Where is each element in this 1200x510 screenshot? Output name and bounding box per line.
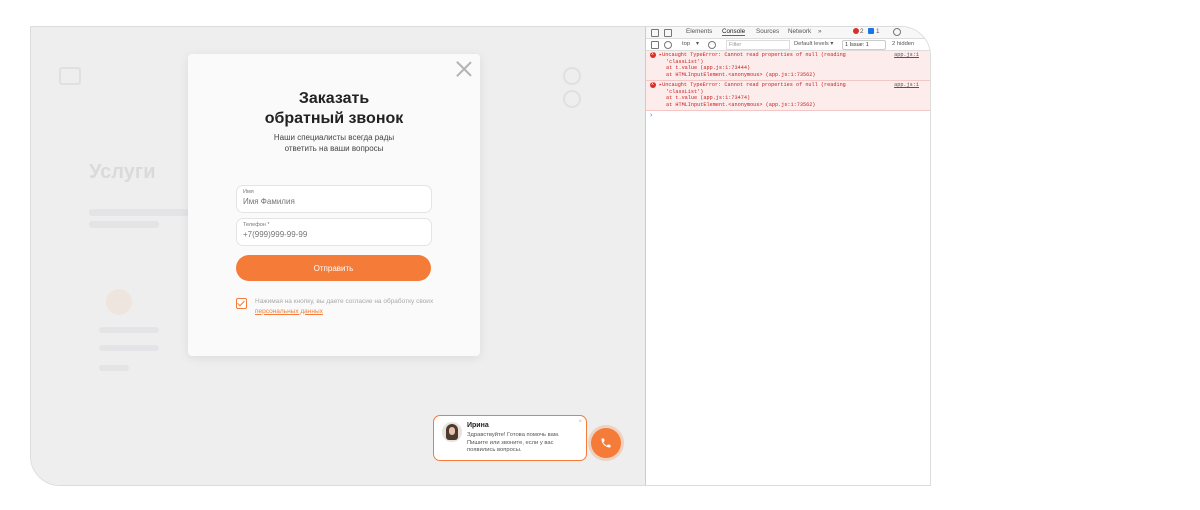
name-input[interactable]	[243, 197, 423, 206]
info-badge-icon	[868, 28, 874, 34]
consent-text: Нажимая на кнопку, вы даете согласие на …	[255, 298, 434, 315]
tab-network[interactable]: Network	[788, 28, 811, 35]
checkmark-icon	[237, 298, 245, 307]
levels-dropdown[interactable]: Default levels ▾	[794, 41, 833, 47]
issues-count: 1	[865, 42, 869, 48]
close-icon[interactable]	[456, 61, 472, 77]
devtools-panel: Elements Console Sources Network » 2 1 t…	[645, 27, 930, 485]
inspect-icon[interactable]	[651, 29, 659, 37]
error-stack-line[interactable]: at HTMLInputElement.<anonymous> (app.js:…	[666, 72, 815, 79]
gear-icon[interactable]	[893, 28, 901, 36]
devtools-tabbar: Elements Console Sources Network » 2 1	[646, 27, 930, 39]
console-prompt[interactable]: ›	[650, 112, 652, 119]
clear-console-icon[interactable]	[664, 41, 672, 49]
phone-field[interactable]: Телефон *	[236, 218, 432, 246]
background-text-bar	[89, 209, 189, 216]
submit-button[interactable]: Отправить	[236, 255, 431, 281]
privacy-link[interactable]: персональных данных	[255, 308, 323, 315]
header-icons	[563, 67, 605, 108]
console-error-row[interactable]: ▸Uncaught TypeError: Cannot read propert…	[646, 81, 930, 111]
error-badge-icon	[853, 28, 859, 34]
more-tabs-icon[interactable]: »	[818, 28, 822, 35]
background-text-bar	[89, 221, 159, 228]
name-field-label: Имя	[243, 189, 254, 195]
phone-icon	[601, 438, 611, 448]
background-text-bar	[99, 365, 129, 371]
chat-agent-name: Ирина	[467, 422, 489, 429]
error-icon	[650, 81, 656, 88]
tab-elements[interactable]: Elements	[686, 28, 712, 35]
avatar	[442, 422, 462, 442]
issues-label: 1 Issue:	[845, 42, 865, 48]
consent-checkbox[interactable]	[236, 298, 247, 309]
chat-message: Здравствуйте! Готова помочь вам. Пишите …	[467, 432, 560, 453]
tab-console[interactable]: Console	[722, 28, 746, 36]
error-source-link[interactable]: app.js:1	[894, 52, 919, 59]
website-viewport: Услуги Заказать обратный звонок Наши спе…	[31, 27, 645, 485]
context-dropdown-icon[interactable]: ▾	[696, 41, 699, 47]
error-icon	[650, 51, 656, 58]
background-text-bar	[99, 327, 159, 333]
browser-frame: Услуги Заказать обратный звонок Наши спе…	[30, 26, 931, 486]
call-button[interactable]	[591, 428, 621, 458]
error-stack-line[interactable]: at HTMLInputElement.<anonymous> (app.js:…	[666, 102, 815, 109]
modal-subtitle: Наши специалисты всегда рады ответить на…	[273, 133, 395, 153]
device-toggle-icon[interactable]	[664, 29, 672, 37]
site-logo	[59, 67, 81, 85]
phone-field-label: Телефон *	[243, 222, 270, 228]
tab-sources[interactable]: Sources	[756, 28, 779, 35]
background-service-icon	[106, 289, 132, 315]
console-toolbar: top ▾ Filter Default levels ▾ 1 Issue: 1…	[646, 39, 930, 51]
chat-close-icon[interactable]: ×	[578, 419, 582, 425]
modal-title: Заказать обратный звонок	[264, 90, 404, 127]
background-text-bar	[99, 345, 159, 351]
callback-modal: Заказать обратный звонок Наши специалист…	[188, 54, 480, 356]
phone-input[interactable]	[243, 230, 423, 239]
background-section-title: Услуги	[89, 161, 156, 183]
sidebar-toggle-icon[interactable]	[651, 41, 659, 49]
console-error-row[interactable]: ▸Uncaught TypeError: Cannot read propert…	[646, 51, 930, 81]
issues-button[interactable]: 1 Issue: 1	[842, 40, 886, 50]
eye-icon[interactable]	[708, 41, 716, 49]
name-field[interactable]: Имя	[236, 185, 432, 213]
info-count[interactable]: 1	[876, 28, 880, 35]
filter-input[interactable]: Filter	[726, 40, 790, 50]
error-count[interactable]: 2	[860, 28, 864, 35]
error-source-link[interactable]: app.js:1	[894, 82, 919, 89]
context-select[interactable]: top	[682, 41, 690, 47]
hidden-count: 2 hidden	[892, 41, 915, 47]
chat-widget[interactable]: Ирина Здравствуйте! Готова помочь вам. П…	[433, 415, 587, 461]
